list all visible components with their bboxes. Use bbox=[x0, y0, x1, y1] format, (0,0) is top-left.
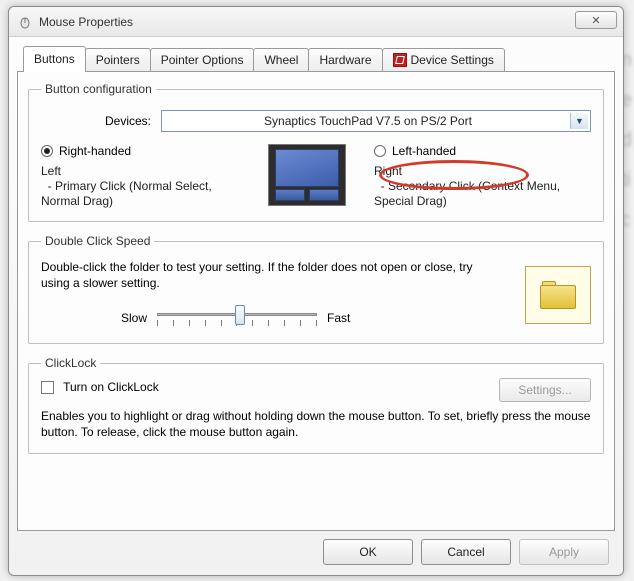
close-icon: ✕ bbox=[591, 14, 600, 27]
left-heading: Left bbox=[41, 164, 258, 179]
button-label: Settings... bbox=[518, 383, 571, 397]
legend-button-configuration: Button configuration bbox=[41, 82, 156, 96]
folder-icon bbox=[540, 281, 576, 309]
right-heading: Right bbox=[374, 164, 591, 179]
devices-label: Devices: bbox=[41, 114, 151, 128]
right-desc: - Secondary Click (Context Menu, Special… bbox=[374, 179, 574, 209]
tab-label: Device Settings bbox=[411, 53, 494, 67]
touchpad-illustration bbox=[268, 144, 346, 206]
tab-pointers[interactable]: Pointers bbox=[85, 48, 151, 72]
button-label: Cancel bbox=[447, 545, 484, 559]
clicklock-settings-button: Settings... bbox=[499, 378, 591, 402]
double-click-text: Double-click the folder to test your set… bbox=[41, 260, 481, 291]
tab-label: Hardware bbox=[319, 53, 371, 67]
checkbox-clicklock[interactable] bbox=[41, 381, 54, 394]
titlebar[interactable]: Mouse Properties ✕ bbox=[9, 7, 623, 37]
slow-label: Slow bbox=[121, 311, 147, 325]
dialog-footer: OK Cancel Apply bbox=[323, 539, 609, 565]
fast-label: Fast bbox=[327, 311, 350, 325]
legend-clicklock: ClickLock bbox=[41, 356, 100, 370]
group-clicklock: ClickLock Turn on ClickLock Settings... … bbox=[28, 356, 604, 453]
devices-dropdown[interactable]: Synaptics TouchPad V7.5 on PS/2 Port ▼ bbox=[161, 110, 591, 132]
tab-hardware[interactable]: Hardware bbox=[308, 48, 382, 72]
radio-right-handed[interactable] bbox=[41, 145, 53, 157]
tab-label: Pointers bbox=[96, 53, 140, 67]
radio-left-handed[interactable] bbox=[374, 145, 386, 157]
mouse-properties-dialog: Mouse Properties ✕ Buttons Pointers Poin… bbox=[8, 6, 624, 576]
button-label: Apply bbox=[549, 545, 579, 559]
double-click-slider[interactable] bbox=[157, 305, 317, 331]
synaptics-icon bbox=[393, 53, 407, 67]
checkbox-clicklock-label: Turn on ClickLock bbox=[63, 380, 159, 394]
group-double-click-speed: Double Click Speed Double-click the fold… bbox=[28, 234, 604, 344]
tab-buttons[interactable]: Buttons bbox=[23, 46, 86, 72]
ok-button[interactable]: OK bbox=[323, 539, 413, 565]
close-button[interactable]: ✕ bbox=[575, 11, 617, 29]
devices-selected-value: Synaptics TouchPad V7.5 on PS/2 Port bbox=[264, 114, 472, 128]
clicklock-description: Enables you to highlight or drag without… bbox=[41, 408, 591, 440]
tab-label: Buttons bbox=[34, 52, 75, 66]
tab-label: Pointer Options bbox=[161, 53, 244, 67]
cancel-button[interactable]: Cancel bbox=[421, 539, 511, 565]
window-title: Mouse Properties bbox=[39, 15, 133, 29]
tab-strip: Buttons Pointers Pointer Options Wheel H… bbox=[23, 45, 615, 71]
button-label: OK bbox=[359, 545, 376, 559]
group-button-configuration: Button configuration Devices: Synaptics … bbox=[28, 82, 604, 222]
tab-wheel[interactable]: Wheel bbox=[253, 48, 309, 72]
left-desc: - Primary Click (Normal Select, Normal D… bbox=[41, 179, 231, 209]
mouse-icon bbox=[17, 14, 33, 30]
radio-right-handed-label: Right-handed bbox=[59, 144, 131, 158]
legend-double-click: Double Click Speed bbox=[41, 234, 154, 248]
radio-left-handed-label: Left-handed bbox=[392, 144, 456, 158]
tab-panel-buttons: Button configuration Devices: Synaptics … bbox=[17, 71, 615, 531]
test-folder[interactable] bbox=[525, 266, 591, 324]
slider-thumb[interactable] bbox=[235, 305, 245, 325]
chevron-down-icon: ▼ bbox=[570, 113, 588, 129]
tab-label: Wheel bbox=[264, 53, 298, 67]
apply-button: Apply bbox=[519, 539, 609, 565]
tab-pointer-options[interactable]: Pointer Options bbox=[150, 48, 255, 72]
tab-device-settings[interactable]: Device Settings bbox=[382, 48, 505, 72]
